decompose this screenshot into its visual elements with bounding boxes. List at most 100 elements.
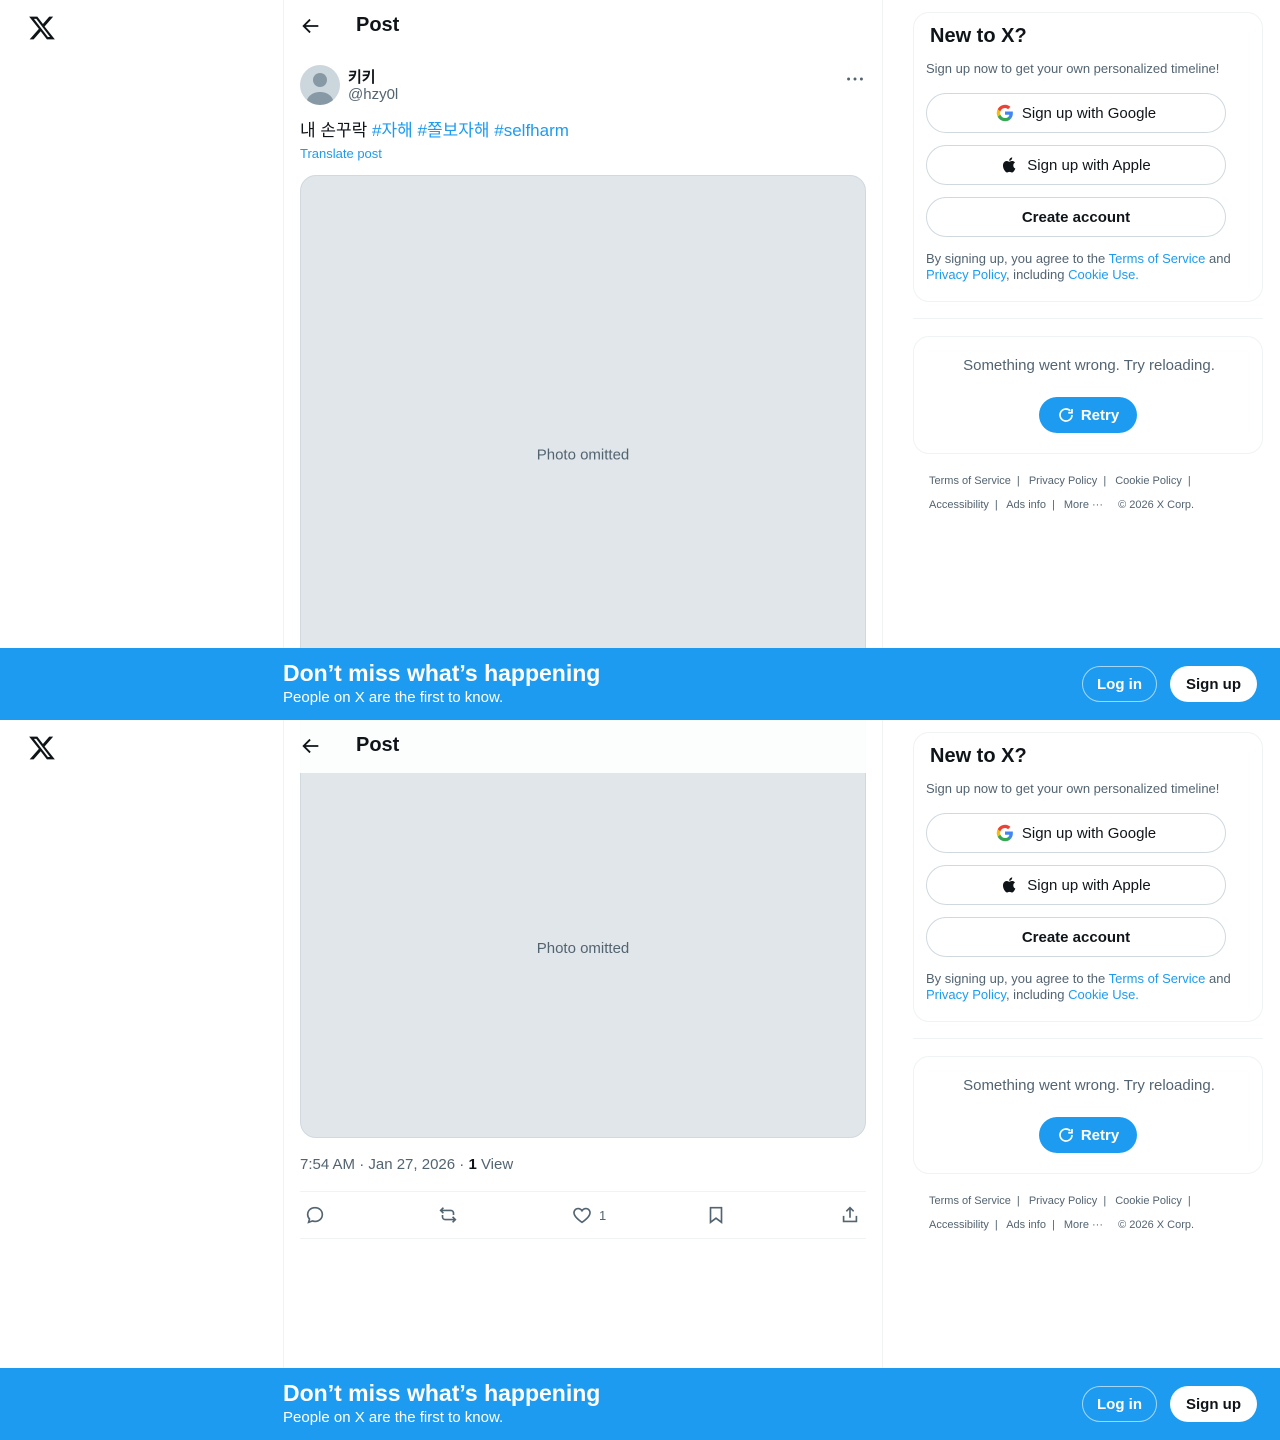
google-icon	[996, 824, 1013, 842]
legal-text: By signing up, you agree to the	[926, 251, 1109, 266]
post-meta: 7:54 AM · Jan 27, 2026 · 1 View	[300, 1156, 513, 1173]
privacy-link[interactable]: Privacy Policy	[926, 267, 1006, 282]
error-card: Something went wrong. Try reloading. Ret…	[913, 1056, 1263, 1174]
banner-title: Don’t miss what’s happening	[283, 1380, 601, 1406]
translate-post-link[interactable]: Translate post	[300, 146, 382, 161]
repost-button[interactable]	[437, 1204, 459, 1226]
signup-title: New to X?	[930, 25, 1027, 47]
retry-icon	[1059, 408, 1073, 422]
google-signup-label: Sign up with Google	[1021, 104, 1157, 122]
post-media[interactable]: Photo omitted	[300, 175, 866, 720]
post-actions: 1	[300, 1191, 866, 1239]
google-signup-label: Sign up with Google	[1021, 824, 1157, 842]
terms-link[interactable]: Terms of Service	[1109, 251, 1206, 266]
signup-card: New to X? Sign up now to get your own pe…	[913, 732, 1263, 1022]
signup-banner: Don’t miss what’s happening People on X …	[0, 1368, 1280, 1440]
signup-button[interactable]: Sign up	[1170, 1386, 1257, 1422]
like-count: 1	[599, 1207, 607, 1223]
footer-link[interactable]: Terms of Service	[929, 475, 1011, 487]
footer-links: Terms of Service | Privacy Policy | Cookie…	[929, 475, 1195, 511]
terms-link[interactable]: Terms of Service	[1109, 971, 1206, 986]
login-button[interactable]: Log in	[1082, 666, 1157, 702]
banner-subtitle: People on X are the first to know.	[283, 1409, 504, 1426]
footer-link[interactable]: Cookie Policy	[1115, 475, 1182, 487]
post-timestamp[interactable]: 7:54 AM · Jan 27, 2026 ·	[300, 1156, 468, 1173]
banner-subtitle: People on X are the first to know.	[283, 689, 504, 706]
legal-text: and	[1205, 251, 1231, 266]
google-signup-button[interactable]: Sign up with Google	[926, 93, 1226, 133]
post-media[interactable]: Photo omitted	[300, 720, 866, 1138]
legal-text: and	[1205, 971, 1231, 986]
apple-signup-button[interactable]: Sign up with Apple	[926, 145, 1226, 185]
apple-signup-label: Sign up with Apple	[1027, 156, 1151, 174]
back-arrow-icon[interactable]	[300, 15, 322, 37]
apple-signup-label: Sign up with Apple	[1027, 876, 1151, 894]
copyright: © 2026 X Corp.	[1118, 1219, 1195, 1231]
legal-text: , including	[1005, 267, 1069, 282]
post-column: Photo omitted Post 7:54 AM · Jan 27, 202…	[283, 720, 883, 1440]
apple-signup-button[interactable]: Sign up with Apple	[926, 865, 1226, 905]
post-column: Post 키키 @hzy0l 내 손꾸락 #자해 #쫄보자해 #selfharm…	[283, 0, 883, 720]
like-icon	[573, 1207, 591, 1224]
footer-link[interactable]: Ads info	[1006, 499, 1046, 511]
footer-link[interactable]: Privacy Policy	[1029, 475, 1097, 487]
reply-icon	[306, 1206, 324, 1224]
footer-link[interactable]: Ads info	[1006, 1219, 1046, 1231]
views-label: View	[480, 1156, 514, 1173]
create-account-button[interactable]: Create account	[926, 197, 1226, 237]
signup-subtitle: Sign up now to get your own personalized…	[926, 781, 1220, 796]
footer-links: Terms of Service | Privacy Policy | Cookie…	[929, 1195, 1195, 1231]
privacy-link[interactable]: Privacy Policy	[926, 987, 1006, 1002]
divider	[913, 1038, 1263, 1039]
footer-more-link[interactable]: More ···	[1064, 499, 1103, 511]
share-icon	[842, 1206, 858, 1223]
footer-link[interactable]: Privacy Policy	[1029, 1195, 1097, 1207]
hashtag-link[interactable]: #selfharm	[494, 121, 569, 140]
cookie-link[interactable]: Cookie Use.	[1068, 267, 1139, 282]
retry-icon	[1059, 1128, 1073, 1142]
footer-link[interactable]: Accessibility	[929, 1219, 989, 1231]
login-button[interactable]: Log in	[1082, 1386, 1157, 1422]
cookie-link[interactable]: Cookie Use.	[1068, 987, 1139, 1002]
back-arrow-icon[interactable]	[300, 735, 322, 757]
media-placeholder-label: Photo omitted	[536, 940, 630, 957]
footer-link[interactable]: Cookie Policy	[1115, 1195, 1182, 1207]
footer-more-link[interactable]: More ···	[1064, 1219, 1103, 1231]
footer-link[interactable]: Terms of Service	[929, 1195, 1011, 1207]
share-button[interactable]	[839, 1204, 861, 1226]
x-logo-icon[interactable]	[28, 14, 56, 42]
retry-button[interactable]: Retry	[1039, 397, 1137, 433]
google-icon	[996, 104, 1013, 122]
google-signup-button[interactable]: Sign up with Google	[926, 813, 1226, 853]
signup-subtitle: Sign up now to get your own personalized…	[926, 61, 1220, 76]
error-message: Something went wrong. Try reloading.	[963, 1077, 1215, 1094]
copyright: © 2026 X Corp.	[1118, 499, 1195, 511]
signup-title: New to X?	[930, 745, 1027, 767]
signup-legal: By signing up, you agree to the Terms of…	[926, 971, 1256, 1003]
page-title: Post	[356, 14, 400, 36]
hashtag-link[interactable]: #자해	[372, 121, 413, 140]
bookmark-button[interactable]	[705, 1204, 727, 1226]
bookmark-icon	[709, 1206, 723, 1224]
x-logo-icon[interactable]	[28, 734, 56, 762]
more-icon[interactable]	[844, 68, 866, 90]
retry-button[interactable]: Retry	[1039, 1117, 1137, 1153]
author-name[interactable]: 키키	[348, 66, 376, 87]
post-header: Post	[284, 0, 882, 53]
apple-icon	[1003, 157, 1016, 173]
viewport-top: Post 키키 @hzy0l 내 손꾸락 #자해 #쫄보자해 #selfharm…	[0, 0, 1280, 720]
avatar[interactable]	[300, 65, 340, 105]
hashtag-link[interactable]: #쫄보자해	[418, 121, 490, 140]
footer-link[interactable]: Accessibility	[929, 499, 989, 511]
signup-button[interactable]: Sign up	[1170, 666, 1257, 702]
reply-button[interactable]	[304, 1204, 326, 1226]
error-message: Something went wrong. Try reloading.	[963, 357, 1215, 374]
viewport-scrolled: Photo omitted Post 7:54 AM · Jan 27, 202…	[0, 720, 1280, 1440]
create-account-button[interactable]: Create account	[926, 917, 1226, 957]
retry-label: Retry	[1080, 1126, 1120, 1144]
like-button[interactable]: 1	[571, 1204, 606, 1226]
error-card: Something went wrong. Try reloading. Ret…	[913, 336, 1263, 454]
repost-icon	[439, 1207, 457, 1223]
page-title: Post	[356, 734, 400, 756]
author-handle[interactable]: @hzy0l	[348, 86, 398, 103]
